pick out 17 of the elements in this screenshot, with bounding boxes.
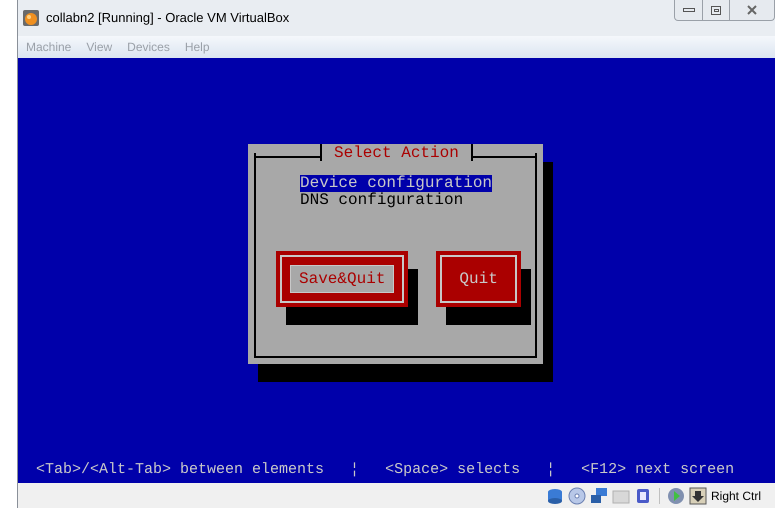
list-item[interactable]: Device configuration (300, 175, 492, 192)
key-hint: <Tab>/<Alt-Tab> between elements (36, 460, 324, 480)
dialog-button[interactable]: Save&Quit (276, 251, 408, 307)
separator: ¦ (350, 460, 360, 480)
list-item[interactable]: DNS configuration (300, 192, 464, 209)
dialog-title: Select Action (320, 144, 473, 161)
separator: ¦ (546, 460, 556, 480)
window-title: collabn2 [Running] - Oracle VM VirtualBox (46, 9, 290, 28)
network-icon[interactable] (590, 486, 608, 504)
host-key-label: Right Ctrl (710, 488, 761, 504)
key-hint: <F12> next screen (581, 460, 734, 480)
key-hint: <Space> selects (385, 460, 520, 480)
optical-disc-icon[interactable] (568, 486, 586, 504)
hard-disk-icon[interactable] (546, 486, 564, 504)
close-icon (747, 5, 757, 15)
app-icon (22, 9, 40, 27)
dialog-button[interactable]: Quit (436, 251, 521, 307)
